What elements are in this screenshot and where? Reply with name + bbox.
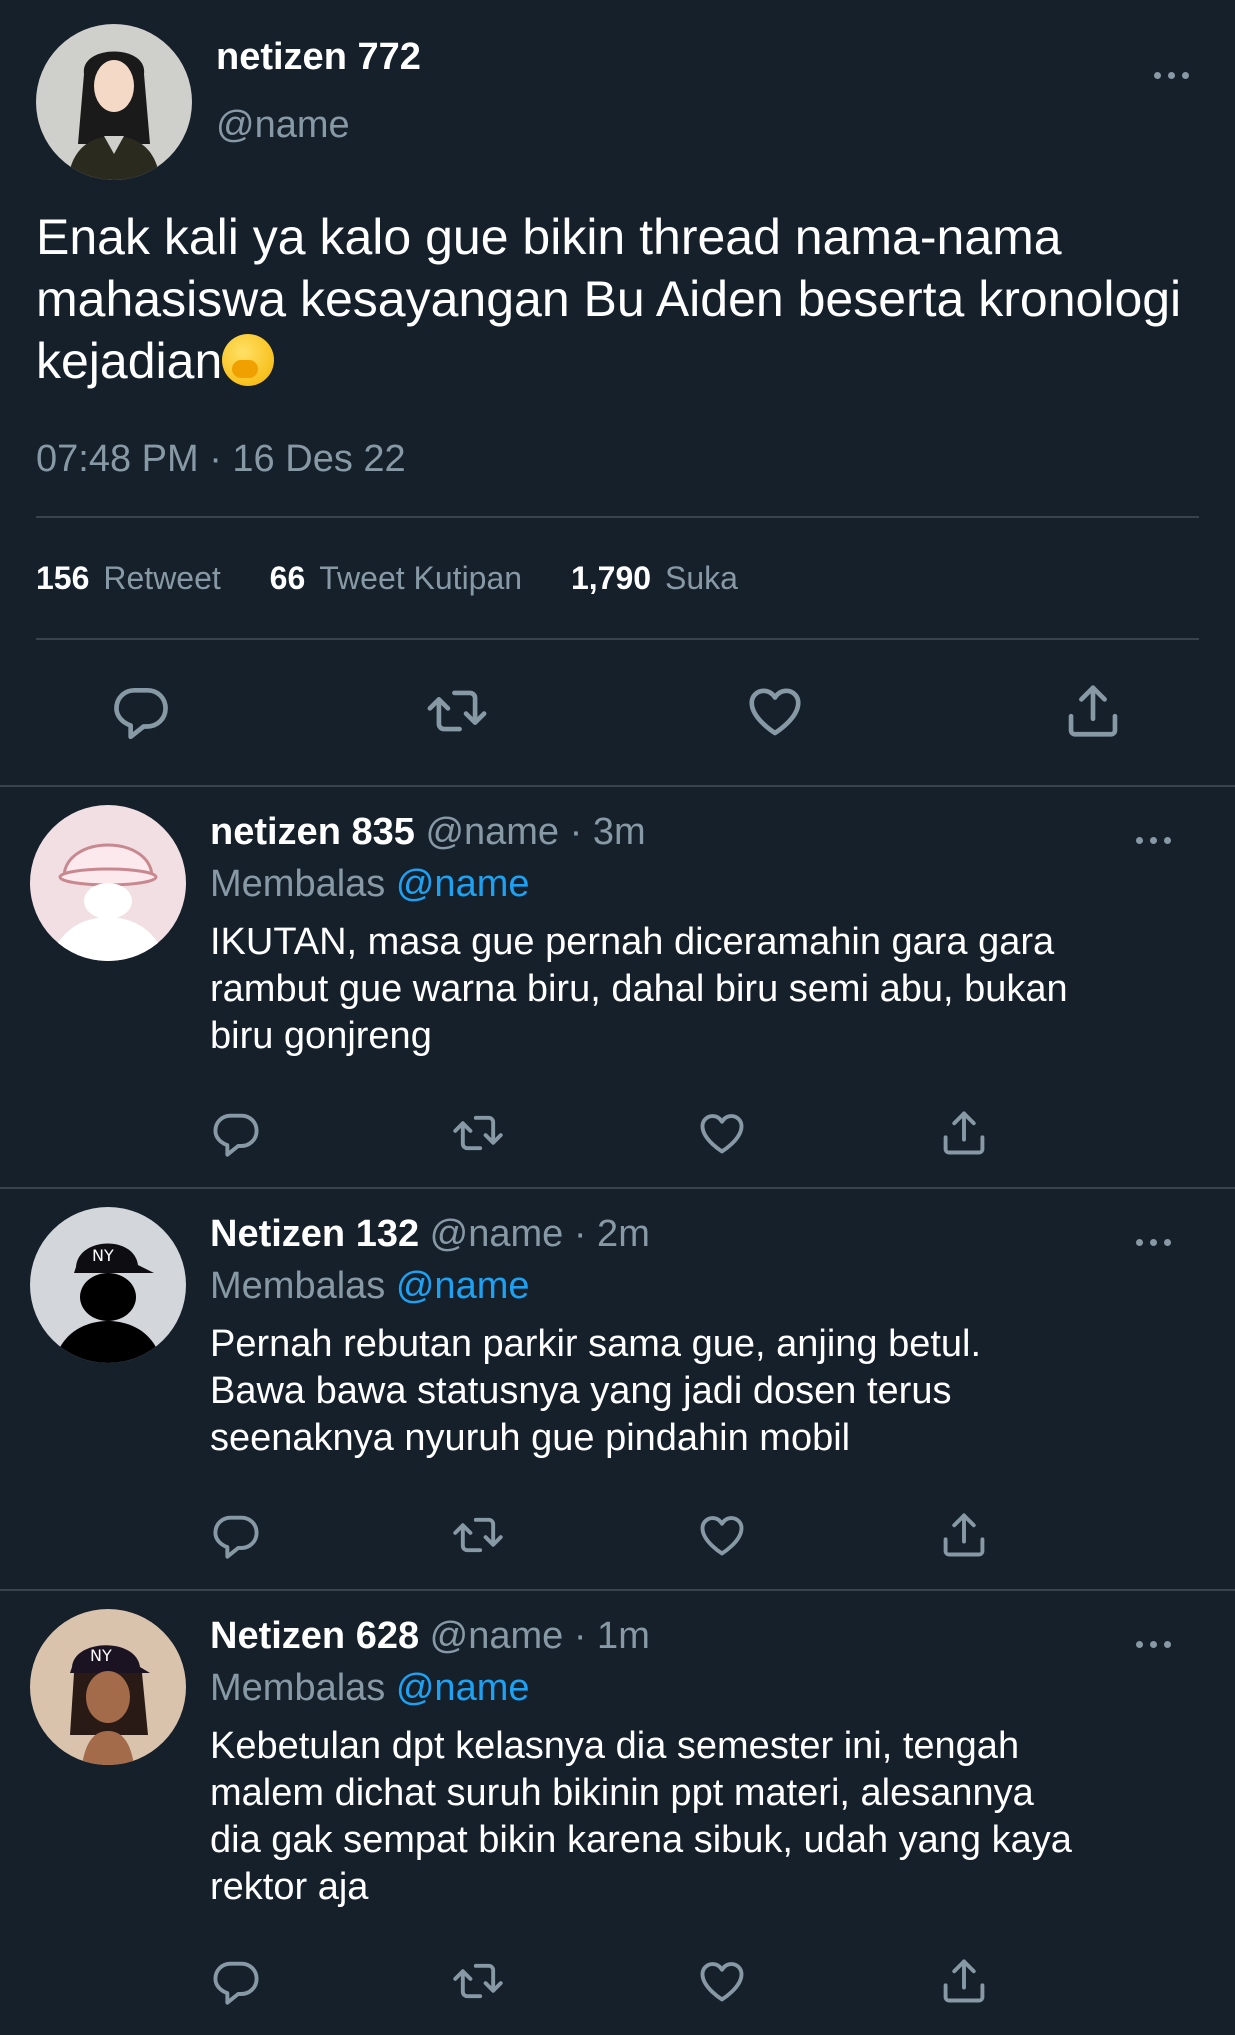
reply-text: Kebetulan dpt kelasnya dia semester ini,… [210, 1725, 1072, 1908]
more-options-icon[interactable] [1134, 1235, 1174, 1249]
replying-to-handle[interactable]: @name [396, 1265, 530, 1307]
divider [36, 516, 1199, 518]
avatar-illustration-icon [30, 805, 186, 961]
tweet-text-content: Enak kali ya kalo gue bikin thread nama-… [36, 209, 1196, 389]
reply-tweet[interactable]: NY Netizen 132 @name · 2m Membalas @name… [0, 1189, 1235, 1591]
tweet-text: Enak kali ya kalo gue bikin thread nama-… [36, 206, 1196, 392]
replying-to: Membalas @name [210, 863, 530, 906]
avatar[interactable] [30, 805, 186, 961]
likes-count: 1,790 [570, 560, 652, 596]
tweet-actions [0, 1107, 1235, 1159]
avatar-illustration-icon [36, 24, 192, 180]
handle-and-time: @name · 1m [429, 1615, 650, 1657]
avatar[interactable]: NY [30, 1207, 186, 1363]
reply-header: netizen 835 @name · 3m [210, 811, 646, 854]
retweet-icon[interactable] [452, 1955, 504, 2007]
main-tweet: netizen 772 @name Enak kali ya kalo gue … [0, 0, 1235, 787]
divider [36, 638, 1199, 640]
reply-icon[interactable] [210, 1509, 262, 1561]
handle-and-time: @name · 3m [425, 811, 646, 853]
reply-header: Netizen 628 @name · 1m [210, 1615, 650, 1658]
retweets-label: Retweet [103, 560, 221, 596]
avatar-illustration-icon: NY [30, 1609, 186, 1765]
replying-to-handle[interactable]: @name [396, 863, 530, 905]
handle-and-time: @name · 2m [429, 1213, 650, 1255]
display-name[interactable]: Netizen 628 [210, 1615, 419, 1657]
share-icon[interactable] [1062, 680, 1124, 742]
share-icon[interactable] [938, 1509, 990, 1561]
retweets-stat[interactable]: 156 Retweet [36, 560, 221, 596]
user-handle[interactable]: @name [216, 104, 350, 147]
likes-stat[interactable]: 1,790 Suka [571, 560, 738, 596]
reply-text: IKUTAN, masa gue pernah diceramahin gara… [210, 921, 1068, 1057]
replying-label: Membalas [210, 863, 386, 905]
like-icon[interactable] [696, 1107, 748, 1159]
svg-text:NY: NY [90, 1646, 112, 1665]
svg-text:NY: NY [92, 1246, 114, 1265]
more-options-icon[interactable] [1152, 68, 1192, 82]
retweet-icon[interactable] [452, 1107, 504, 1159]
tweet-actions [0, 1955, 1235, 2007]
tweet-stats: 156 Retweet 66 Tweet Kutipan 1,790 Suka [36, 560, 778, 597]
more-options-icon[interactable] [1134, 1637, 1174, 1651]
share-icon[interactable] [938, 1107, 990, 1159]
tweet-actions [0, 680, 1235, 744]
replying-to: Membalas @name [210, 1667, 530, 1710]
replying-label: Membalas [210, 1265, 386, 1307]
share-icon[interactable] [938, 1955, 990, 2007]
display-name[interactable]: netizen 835 [210, 811, 415, 853]
reply-icon[interactable] [210, 1955, 262, 2007]
reply-tweet[interactable]: netizen 835 @name · 3m Membalas @name IK… [0, 787, 1235, 1189]
retweet-icon[interactable] [452, 1509, 504, 1561]
avatar-illustration-icon: NY [30, 1207, 186, 1363]
retweet-icon[interactable] [426, 680, 488, 742]
quotes-count: 66 [269, 560, 306, 596]
reply-icon[interactable] [110, 680, 172, 742]
tweet-actions [0, 1509, 1235, 1561]
likes-label: Suka [665, 560, 738, 596]
quotes-label: Tweet Kutipan [319, 560, 523, 596]
replying-to: Membalas @name [210, 1265, 530, 1308]
reply-icon[interactable] [210, 1107, 262, 1159]
quotes-stat[interactable]: 66 Tweet Kutipan [270, 560, 522, 596]
like-icon[interactable] [744, 680, 806, 742]
face-with-hand-over-mouth-icon [222, 334, 275, 386]
like-icon[interactable] [696, 1509, 748, 1561]
display-name[interactable]: Netizen 132 [210, 1213, 419, 1255]
reply-tweet[interactable]: NY Netizen 628 @name · 1m Membalas @name… [0, 1591, 1235, 2035]
avatar[interactable]: NY [30, 1609, 186, 1765]
tweet-timestamp[interactable]: 07:48 PM · 16 Des 22 [36, 438, 406, 481]
more-options-icon[interactable] [1134, 833, 1174, 847]
display-name[interactable]: netizen 772 [216, 36, 421, 79]
replying-label: Membalas [210, 1667, 386, 1709]
retweets-count: 156 [36, 560, 90, 596]
avatar[interactable] [36, 24, 192, 180]
reply-text: Pernah rebutan parkir sama gue, anjing b… [210, 1323, 982, 1459]
replying-to-handle[interactable]: @name [396, 1667, 530, 1709]
like-icon[interactable] [696, 1955, 748, 2007]
reply-header: Netizen 132 @name · 2m [210, 1213, 650, 1256]
